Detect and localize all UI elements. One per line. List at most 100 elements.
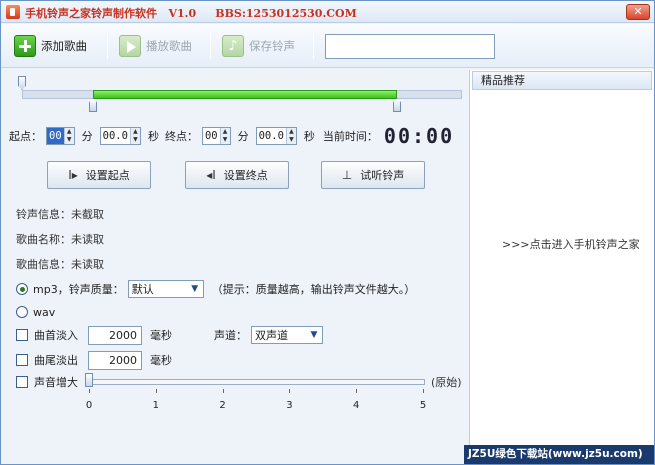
end-minute-value[interactable]: 00 (203, 128, 220, 144)
start-minute-spinner[interactable]: 00 ▲ ▼ (46, 127, 75, 145)
up-arrow-icon[interactable]: ▲ (221, 128, 230, 136)
current-time-display: 00:00 (383, 124, 455, 148)
play-song-button[interactable]: 播放歌曲 (119, 32, 192, 60)
song-name-info: 歌曲名称：未读取 (16, 233, 104, 246)
save-ringtone-label: 保存铃声 (249, 39, 295, 53)
fade-out-row: 曲尾淡出 2000 毫秒 (16, 349, 172, 371)
set-end-button[interactable]: ◂I 设置终点 (185, 161, 289, 189)
end-second-value[interactable]: 00.0 (257, 128, 286, 144)
end-marker-icon: ◂I (206, 168, 216, 182)
volume-tick (289, 389, 291, 393)
preview-icon: ⊥ (341, 168, 353, 182)
play-song-label: 播放歌曲 (146, 39, 192, 53)
end-label: 终点： (164, 130, 198, 143)
volume-slider-track[interactable] (85, 379, 425, 385)
down-arrow-icon[interactable]: ▼ (287, 136, 296, 144)
up-arrow-icon[interactable]: ▲ (131, 128, 140, 136)
add-song-button[interactable]: 添加歌曲 (14, 32, 87, 60)
app-window: 手机铃声之家铃声制作软件 V1.0 BBS:1253012530.COM ✕ 添… (0, 0, 655, 465)
start-second-spinner[interactable]: 00.0 ▲ ▼ (99, 127, 141, 145)
quality-hint: （提示：质量越高，输出铃声文件越大。） (211, 283, 416, 296)
fade-in-row: 曲首淡入 2000 毫秒 声道： 双声道 ▼ (16, 324, 331, 346)
title-bar: 手机铃声之家铃声制作软件 V1.0 BBS:1253012530.COM ✕ (1, 1, 654, 23)
down-arrow-icon[interactable]: ▼ (221, 136, 230, 144)
save-ringtone-button[interactable]: ♪ 保存铃声 (222, 32, 295, 60)
window-title: 手机铃声之家铃声制作软件 V1.0 BBS:1253012530.COM (25, 7, 357, 20)
fade-out-label: 曲尾淡出 (34, 354, 78, 367)
volume-slider-thumb[interactable] (85, 373, 93, 387)
start-marker-icon: I▸ (68, 168, 78, 182)
fade-out-checkbox[interactable] (16, 354, 28, 366)
quality-value: 默认 (131, 283, 154, 296)
toolbar-text-field[interactable] (325, 34, 495, 59)
start-label: 起点： (9, 130, 42, 143)
mp3-radio[interactable] (16, 283, 28, 295)
toolbar-separator (210, 33, 211, 59)
chevron-down-icon[interactable]: ▼ (187, 284, 203, 294)
recommend-header: 精品推荐 (472, 71, 652, 90)
close-button[interactable]: ✕ (626, 4, 650, 20)
ms-unit: 毫秒 (150, 329, 172, 342)
quality-select[interactable]: 默认 ▼ (127, 280, 204, 298)
fade-out-input[interactable]: 2000 (88, 350, 142, 370)
volume-tick (155, 389, 157, 393)
up-arrow-icon[interactable]: ▲ (287, 128, 296, 136)
wav-radio[interactable] (16, 306, 28, 318)
minute-unit: 分 (237, 130, 249, 143)
phone-app-icon (6, 5, 20, 19)
start-minute-value[interactable]: 00 (47, 128, 64, 144)
chevron-down-icon[interactable]: ▼ (306, 330, 322, 340)
up-arrow-icon[interactable]: ▲ (65, 128, 74, 136)
homepage-link[interactable]: >>>点击进入手机铃声之家 (502, 236, 640, 252)
set-start-label: 设置起点 (85, 169, 130, 182)
fade-in-label: 曲首淡入 (34, 329, 78, 342)
down-arrow-icon[interactable]: ▼ (65, 136, 74, 144)
start-handle[interactable] (89, 98, 97, 112)
toolbar: 添加歌曲 播放歌曲 ♪ 保存铃声 (1, 24, 654, 68)
volume-tick (222, 389, 224, 393)
playhead-handle[interactable] (18, 76, 26, 90)
add-song-label: 添加歌曲 (41, 39, 87, 53)
time-row: 起点： 00 ▲ ▼ 分 00.0 ▲ ▼ 秒 终点： 00 ▲ ▼ 分 00.0 ▲… (9, 124, 455, 148)
volume-tick-label: 4 (353, 400, 360, 411)
set-start-button[interactable]: I▸ 设置起点 (47, 161, 151, 189)
mp3-label: mp3，铃声质量： (33, 283, 124, 296)
channel-label: 声道： (214, 329, 247, 342)
volume-tick-label: 5 (419, 400, 427, 411)
toolbar-separator (313, 33, 314, 59)
volume-label: 声音增大 (34, 376, 78, 389)
volume-tick-label: 2 (219, 400, 226, 411)
second-unit: 秒 (303, 130, 315, 143)
preview-button[interactable]: ⊥ 试听铃声 (321, 161, 425, 189)
volume-tick (356, 389, 358, 393)
music-note-icon: ♪ (222, 35, 244, 57)
wav-label: wav (33, 305, 56, 319)
recommend-panel: 精品推荐 >>>点击进入手机铃声之家 (469, 70, 654, 462)
volume-tick-label: 0 (85, 400, 93, 411)
mp3-row: mp3，铃声质量： 默认 ▼ （提示：质量越高，输出铃声文件越大。） (16, 279, 415, 299)
volume-checkbox[interactable] (16, 376, 28, 388)
start-second-value[interactable]: 00.0 (101, 128, 130, 144)
site-watermark: JZ5U绿色下载站(www.jz5u.com) (464, 445, 654, 464)
ms-unit: 毫秒 (150, 354, 172, 367)
volume-tick (89, 389, 90, 393)
volume-tick-label: 1 (152, 400, 159, 411)
second-unit: 秒 (147, 130, 159, 143)
end-second-spinner[interactable]: 00.0 ▲ ▼ (255, 127, 297, 145)
play-icon (119, 35, 141, 57)
preview-label: 试听铃声 (360, 169, 405, 182)
fade-in-checkbox[interactable] (16, 329, 28, 341)
channel-select[interactable]: 双声道 ▼ (251, 326, 323, 344)
toolbar-separator (107, 33, 108, 59)
end-handle[interactable] (393, 98, 401, 112)
end-minute-spinner[interactable]: 00 ▲ ▼ (201, 127, 231, 145)
editor-panel: 起点： 00 ▲ ▼ 分 00.0 ▲ ▼ 秒 终点： 00 ▲ ▼ 分 00.0 ▲… (7, 70, 467, 462)
minute-unit: 分 (81, 130, 93, 143)
song-info: 歌曲信息：未读取 (16, 258, 104, 271)
down-arrow-icon[interactable]: ▼ (131, 136, 140, 144)
current-time-label: 当前时间： (322, 130, 378, 143)
range-selector[interactable] (15, 73, 462, 115)
volume-original-label: (原始) (431, 376, 462, 389)
fade-in-input[interactable]: 2000 (88, 325, 142, 345)
volume-tick (423, 389, 424, 393)
